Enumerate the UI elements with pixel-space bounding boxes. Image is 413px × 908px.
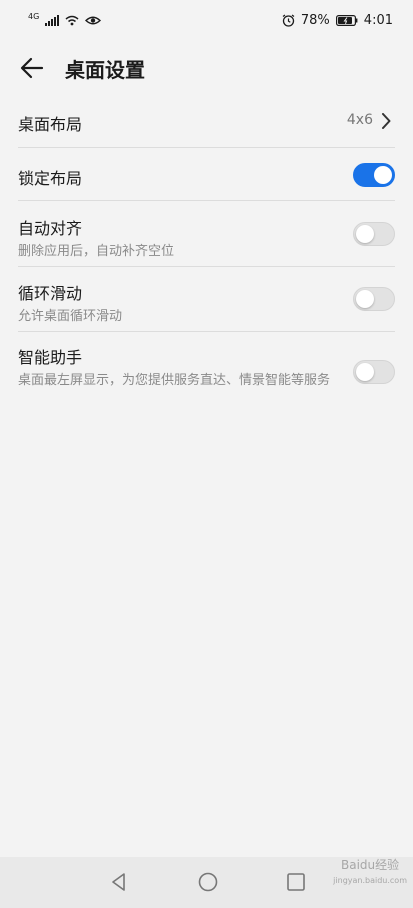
baidu-watermark: Baidu经验 jingyan.baidu.com — [333, 858, 407, 888]
setting-desktop-layout[interactable]: 桌面布局 4x6 — [18, 94, 395, 148]
clock: 4:01 — [363, 12, 393, 28]
settings-list: 桌面布局 4x6 锁定布局 自动对齐 删除应用后，自动补齐空位 循环滑动 允许桌… — [0, 94, 413, 412]
nav-home-icon[interactable] — [196, 870, 220, 894]
page-title: 桌面设置 — [65, 58, 145, 82]
battery-percent: 78% — [300, 12, 330, 28]
toggle-knob — [374, 166, 392, 184]
watermark-brand: Baidu — [341, 858, 376, 872]
network-type: 4G — [28, 11, 40, 21]
setting-auto-align[interactable]: 自动对齐 删除应用后，自动补齐空位 — [18, 201, 395, 267]
status-bar: 4G 78% 4:01 — [0, 0, 413, 40]
watermark-sub: jingyan.baidu.com — [333, 876, 407, 885]
lock-layout-toggle[interactable] — [353, 163, 395, 187]
setting-value: 4x6 — [346, 112, 373, 128]
setting-loop-scroll[interactable]: 循环滑动 允许桌面循环滑动 — [18, 267, 395, 332]
setting-title: 锁定布局 — [18, 169, 83, 188]
loop-scroll-toggle[interactable] — [353, 287, 395, 311]
status-left: 4G — [28, 11, 102, 26]
status-right: 78% 4:01 — [282, 13, 393, 28]
setting-title: 智能助手 — [18, 348, 83, 367]
setting-subtitle: 桌面最左屏显示，为您提供服务直达、情景智能等服务 — [18, 373, 331, 388]
toggle-knob — [356, 225, 374, 243]
wifi-icon — [65, 15, 79, 25]
alarm-icon — [282, 14, 295, 27]
nav-back-icon[interactable] — [107, 870, 131, 894]
battery-icon — [335, 14, 358, 26]
smart-assistant-toggle[interactable] — [353, 360, 395, 384]
arrow-left-icon — [20, 57, 44, 79]
toggle-knob — [356, 363, 374, 381]
setting-subtitle: 允许桌面循环滑动 — [18, 309, 123, 324]
header: 桌面设置 — [0, 40, 413, 96]
watermark-text: 经验 — [375, 858, 400, 872]
toggle-knob — [356, 290, 374, 308]
chevron-right-icon — [382, 113, 391, 129]
eye-icon — [85, 16, 102, 24]
setting-subtitle: 删除应用后，自动补齐空位 — [18, 244, 175, 259]
setting-lock-layout[interactable]: 锁定布局 — [18, 148, 395, 201]
setting-smart-assistant[interactable]: 智能助手 桌面最左屏显示，为您提供服务直达、情景智能等服务 — [18, 332, 395, 412]
setting-title: 循环滑动 — [18, 284, 83, 303]
setting-title: 自动对齐 — [18, 219, 83, 238]
back-button[interactable] — [16, 52, 48, 84]
setting-title: 桌面布局 — [18, 115, 83, 134]
auto-align-toggle[interactable] — [353, 222, 395, 246]
nav-recents-icon[interactable] — [284, 870, 308, 894]
signal-icon — [45, 14, 60, 26]
